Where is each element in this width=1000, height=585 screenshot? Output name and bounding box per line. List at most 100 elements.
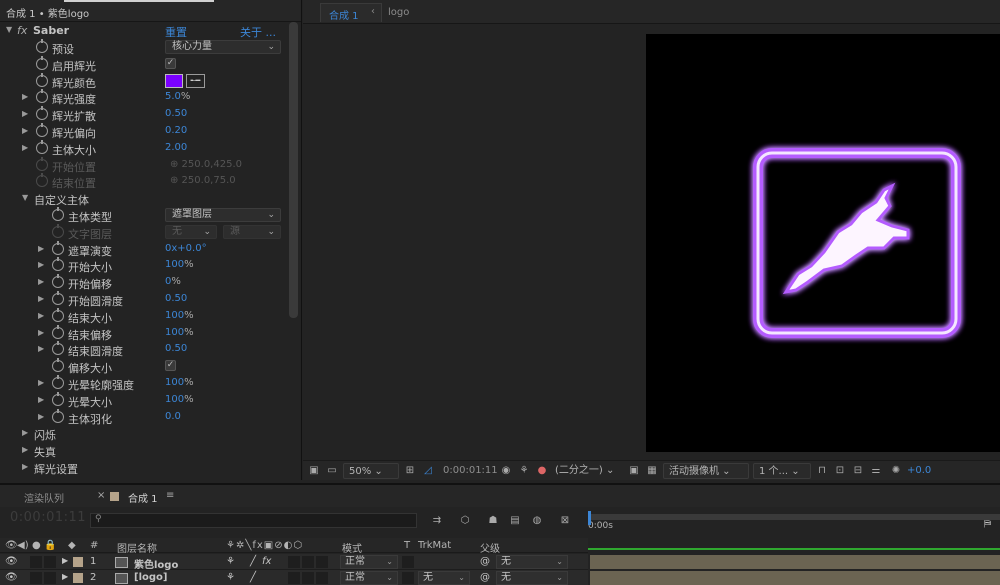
solo-cell[interactable] (30, 556, 42, 568)
expand-triangle-icon[interactable]: ▶ (38, 344, 44, 353)
expand-triangle-icon[interactable]: ▶ (38, 328, 44, 337)
mode-dropdown[interactable]: 正常 ⌄ (340, 571, 398, 585)
visibility-icon[interactable]: 👁 (5, 540, 18, 551)
col-layer-name[interactable]: 图层名称 (117, 540, 157, 555)
label-swatch[interactable] (73, 573, 83, 583)
timeline-timecode[interactable]: 0:00:01:11 (10, 510, 86, 525)
quality-switch-icon[interactable]: ╱ (250, 572, 256, 583)
stopwatch-icon[interactable] (52, 408, 64, 423)
lock-cell[interactable] (44, 572, 56, 584)
property-value[interactable]: 0x+0.0° (165, 243, 207, 254)
property-row[interactable]: ▶ 开始大小 100% (0, 257, 288, 274)
breadcrumb-logo[interactable]: logo (388, 7, 409, 18)
frame-blending-icon[interactable]: ▤ (508, 514, 522, 528)
property-row[interactable]: ▶ 辉光强度 5.0% (0, 89, 288, 106)
property-value[interactable]: 100% (165, 310, 194, 321)
chevron-left-icon[interactable]: ‹ (371, 6, 375, 17)
stopwatch-icon[interactable] (52, 257, 64, 272)
property-row[interactable]: ▶ 失真 (0, 442, 288, 459)
preserve-transparency-cell[interactable] (402, 556, 414, 568)
draft-3d-icon[interactable]: ⬡ (458, 514, 472, 528)
property-dropdown[interactable]: 无 ⌄ (165, 224, 217, 239)
stopwatch-icon[interactable] (36, 123, 48, 137)
lock-cell[interactable] (44, 556, 56, 568)
property-row[interactable]: ▶ 闪烁 (0, 425, 288, 442)
timeline-icon[interactable]: ⊟ (851, 464, 865, 478)
stopwatch-icon[interactable] (52, 375, 64, 389)
expand-triangle-icon[interactable]: ▶ (22, 109, 28, 118)
expand-triangle-icon[interactable]: ▶ (38, 311, 44, 320)
property-row[interactable]: ▶ 辉光扩散 0.50 (0, 106, 288, 123)
expand-triangle-icon[interactable]: ▶ (38, 244, 44, 253)
property-dropdown[interactable]: 源 ⌄ (223, 224, 281, 239)
camera-snapshot-icon[interactable]: ◉ (499, 464, 513, 478)
stopwatch-icon[interactable] (52, 223, 64, 238)
close-icon[interactable]: × (97, 490, 105, 501)
property-row[interactable]: ▶ 主体羽化 0.0 (0, 408, 288, 426)
stopwatch-icon[interactable] (36, 55, 48, 70)
solo-icon[interactable]: ● (32, 540, 41, 551)
label-icon[interactable]: ◆ (68, 540, 76, 551)
parent-dropdown[interactable]: 无 ⌄ (496, 555, 568, 569)
display-icon[interactable]: ▭ (325, 464, 339, 478)
property-dropdown[interactable]: 核心力量 ⌄ (165, 40, 281, 54)
region-of-interest-icon[interactable]: ▣ (627, 464, 641, 478)
label-swatch[interactable] (73, 557, 83, 567)
property-row[interactable]: ▶ 渲染设置 (0, 476, 288, 480)
show-snapshot-icon[interactable]: ⚘ (517, 464, 531, 478)
property-row[interactable]: ▶ 主体大小 2.00 (0, 139, 288, 157)
expand-triangle-icon[interactable]: ▶ (38, 395, 44, 404)
exposure-value[interactable]: +0.0 (907, 463, 931, 479)
stopwatch-icon[interactable] (36, 72, 48, 87)
transparency-grid-icon[interactable]: ▦ (645, 464, 659, 478)
property-row[interactable]: ▶ 遮罩演变 0x+0.0° (0, 240, 288, 258)
layer-name[interactable]: [logo] (134, 572, 167, 583)
property-value[interactable]: 2.00 (165, 142, 187, 153)
layer-row[interactable]: 👁 ▶ 2 [logo] ⚘ ╱ 正常 ⌄ 无 ⌄ @ 无 ⌄ (0, 570, 588, 585)
stopwatch-icon[interactable] (36, 139, 48, 154)
safe-area-icon[interactable]: ◿ (421, 464, 435, 478)
panel-menu-icon[interactable]: ≡ (166, 490, 174, 501)
expand-triangle-icon[interactable]: ▶ (62, 572, 68, 581)
layer-search-input[interactable]: ⚲ (90, 513, 417, 528)
eye-icon[interactable]: 👁 (5, 572, 18, 583)
tab-composition-1-timeline[interactable]: 合成 1 (128, 490, 158, 505)
property-row[interactable]: ▶ 开始圆滑度 0.50 (0, 291, 288, 308)
property-row[interactable]: ▶ 光晕大小 100% (0, 391, 288, 409)
property-value[interactable]: 0.50 (165, 108, 187, 119)
stopwatch-icon[interactable] (36, 173, 48, 188)
collapse-triangle-icon[interactable]: ▼ (6, 25, 12, 34)
property-row[interactable]: ▶ 辉光设置 (0, 459, 288, 476)
switch-cell[interactable] (316, 556, 328, 568)
zoom-dropdown[interactable]: 50% ⌄ (343, 463, 399, 479)
property-row[interactable]: ▶ 开始偏移 0% (0, 274, 288, 291)
tab-composition-1[interactable]: 合成 1 ‹ (320, 3, 382, 22)
property-value[interactable]: 100% (165, 377, 194, 388)
switch-cell[interactable] (316, 572, 328, 584)
layer-bar-2[interactable] (590, 571, 1000, 585)
property-row[interactable]: ▼ 自定义主体 (0, 190, 288, 207)
grid-icon[interactable]: ⊞ (403, 464, 417, 478)
magnification-icon[interactable]: ▣ (307, 464, 321, 478)
collapse-triangle-icon[interactable]: ▶ (22, 462, 28, 471)
preserve-transparency-cell[interactable] (402, 572, 414, 584)
tab-render-queue[interactable]: 渲染队列 (24, 490, 64, 505)
expand-triangle-icon[interactable]: ▶ (38, 412, 44, 421)
views-dropdown[interactable]: 1 个... ⌄ (753, 463, 811, 479)
property-value[interactable]: 0.0 (165, 411, 181, 422)
expand-triangle-icon[interactable]: ▶ (38, 294, 44, 303)
work-area-bar[interactable] (588, 514, 1000, 520)
effect-row-saber[interactable]: ▼ fx Saber 重置 关于 ... (0, 22, 288, 39)
mode-dropdown[interactable]: 正常 ⌄ (340, 555, 398, 569)
property-row[interactable]: 启用辉光 ✓ (0, 55, 288, 73)
stopwatch-icon[interactable] (52, 341, 64, 356)
toggle-pixel-icon[interactable]: ⊓ (815, 464, 829, 478)
property-value[interactable]: 100% (165, 394, 194, 405)
shy-switch-icon[interactable]: ⚘ (226, 556, 235, 567)
time-ruler[interactable]: 0:00s ⛿ (588, 507, 1000, 538)
layer-name[interactable]: 紫色logo (134, 556, 178, 571)
property-row[interactable]: ▶ 光晕轮廓强度 100% (0, 375, 288, 392)
property-row[interactable]: ▶ 结束大小 100% (0, 307, 288, 325)
property-checkbox[interactable]: ✓ (165, 57, 176, 69)
eye-icon[interactable]: 👁 (5, 556, 18, 567)
